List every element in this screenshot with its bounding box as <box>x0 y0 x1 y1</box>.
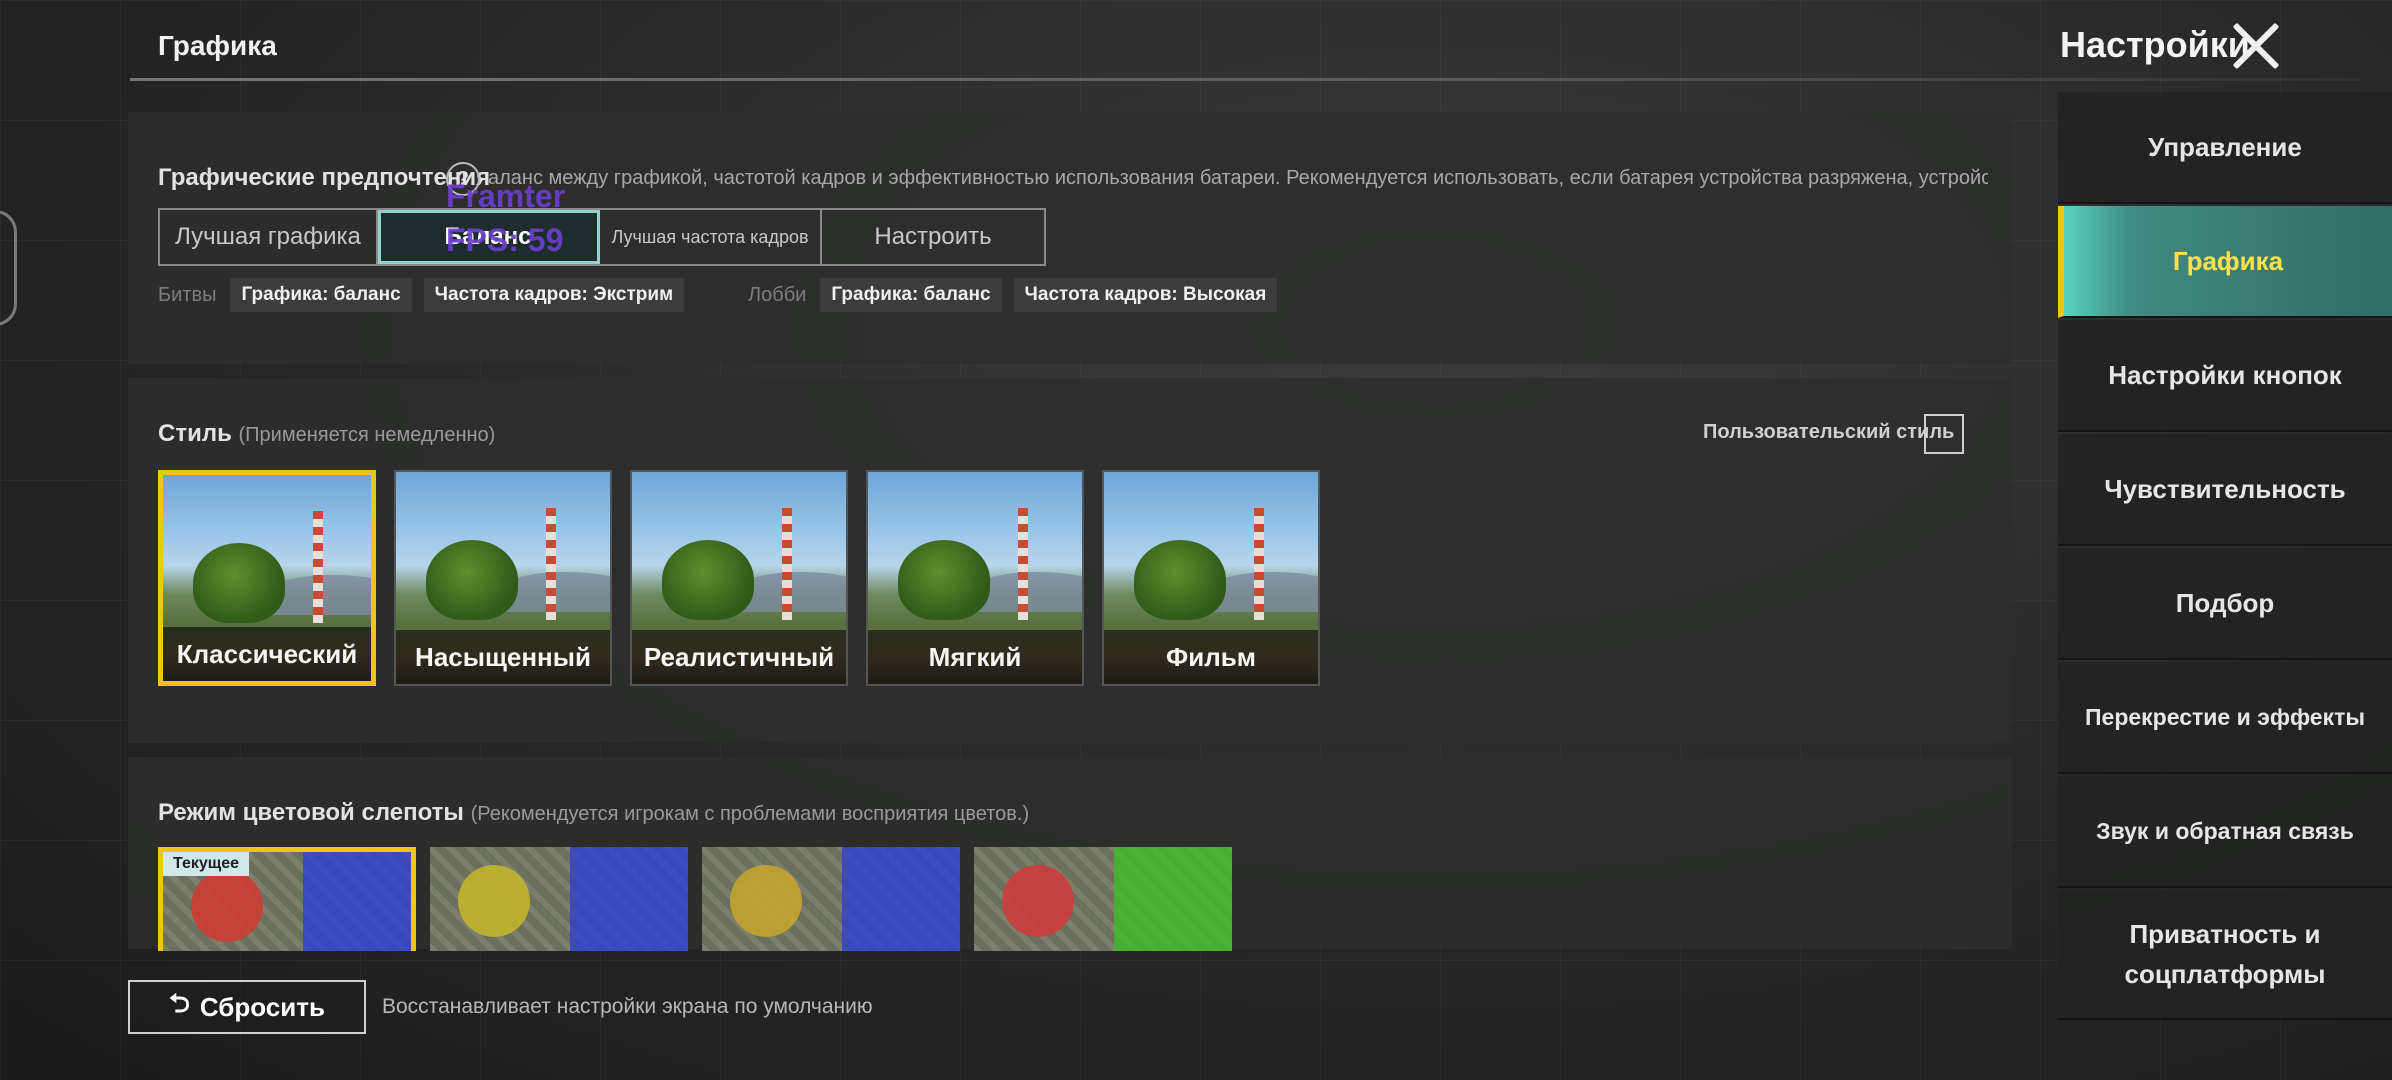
lobby-graphics-chip: Графика: баланс <box>820 278 1002 312</box>
style-classic[interactable]: Классический <box>158 470 376 686</box>
colorblind-options: Текущее <box>158 847 1232 951</box>
sidebar-item-pickup[interactable]: Подбор <box>2058 548 2392 660</box>
thumb-tree <box>193 543 285 623</box>
reset-description: Восстанавливает настройки экрана по умол… <box>382 995 873 1018</box>
style-realistic[interactable]: Реалистичный <box>630 470 848 686</box>
style-film[interactable]: Фильм <box>1102 470 1320 686</box>
battles-chips: Битвы Графика: баланс Частота кадров: Эк… <box>158 278 685 312</box>
lobby-fps-chip: Частота кадров: Высокая <box>1013 278 1278 312</box>
thumb-tower <box>1254 508 1264 620</box>
sidebar-item-privacy[interactable]: Приватность и соцплатформы <box>2058 890 2392 1020</box>
map-zone <box>1114 847 1232 951</box>
left-edge-handle[interactable] <box>0 210 17 326</box>
style-caption: Мягкий <box>868 630 1082 684</box>
map-blob <box>458 865 530 937</box>
graphics-preferences-panel: Графические предпочтения ? аланс между г… <box>128 112 2012 364</box>
preferences-selector: Лучшая графика Баланс Лучшая частота кад… <box>158 208 1046 266</box>
close-icon[interactable] <box>2230 20 2282 72</box>
colorblind-tile[interactable] <box>974 847 1232 951</box>
thumb-tower <box>313 511 323 623</box>
style-saturated[interactable]: Насыщенный <box>394 470 612 686</box>
colorblind-note: (Рекомендуется игрокам с проблемами восп… <box>470 803 1030 825</box>
current-tag: Текущее <box>163 852 250 876</box>
thumb-tree <box>426 540 518 620</box>
option-best-graphics[interactable]: Лучшая графика <box>160 210 378 264</box>
sidebar-item-controls[interactable]: Управление <box>2058 92 2392 204</box>
custom-style-checkbox[interactable] <box>1924 414 1964 454</box>
sidebar-item-sensitivity[interactable]: Чувствительность <box>2058 434 2392 546</box>
reset-label: Сбросить <box>199 991 325 1022</box>
colorblind-tile[interactable] <box>430 847 688 951</box>
thumb-tree <box>662 540 754 620</box>
thumb-tree <box>898 540 990 620</box>
map-zone <box>570 847 688 951</box>
colorblind-panel: Режим цветовой слепоты (Рекомендуется иг… <box>128 757 2012 951</box>
style-title: Стиль <box>158 420 232 447</box>
undo-icon: ⮌ <box>169 988 190 1018</box>
map-zone <box>842 847 960 951</box>
fps-overlay: Framter FPS: 59 <box>446 178 566 258</box>
preferences-label: Графические предпочтения <box>158 164 491 191</box>
battles-fps-chip: Частота кадров: Экстрим <box>423 278 685 312</box>
style-options: Классический Насыщенный Реалистичный Мяг… <box>158 470 1320 686</box>
custom-style-label: Пользовательский стиль <box>1703 421 1955 443</box>
thumb-tower <box>546 508 556 620</box>
style-soft[interactable]: Мягкий <box>866 470 1084 686</box>
reset-button[interactable]: ⮌ Сбросить <box>128 980 366 1034</box>
settings-sidebar: Управление Графика Настройки кнопок Чувс… <box>2058 92 2392 1080</box>
thumb-tower <box>782 508 792 620</box>
thumb-tree <box>1134 540 1226 620</box>
style-caption: Фильм <box>1104 630 1318 684</box>
colorblind-title: Режим цветовой слепоты <box>158 799 464 826</box>
settings-title: Настройки <box>2060 24 2250 65</box>
sidebar-item-sound-feedback[interactable]: Звук и обратная связь <box>2058 776 2392 888</box>
battles-graphics-chip: Графика: баланс <box>230 278 412 312</box>
map-zone <box>303 852 411 951</box>
style-caption: Реалистичный <box>632 630 846 684</box>
lobby-chips: Лобби Графика: баланс Частота кадров: Вы… <box>748 278 1278 312</box>
colorblind-tile[interactable] <box>702 847 960 951</box>
colorblind-label: Режим цветовой слепоты (Рекомендуется иг… <box>158 799 1029 827</box>
lobby-label: Лобби <box>748 283 807 306</box>
sidebar-item-button-settings[interactable]: Настройки кнопок <box>2058 320 2392 432</box>
sidebar-item-graphics[interactable]: Графика <box>2058 206 2392 318</box>
map-blob <box>730 865 802 937</box>
header-divider <box>130 78 2360 81</box>
option-best-fps[interactable]: Лучшая частота кадров <box>600 210 822 264</box>
style-panel: Стиль (Применяется немедленно) Пользоват… <box>128 378 2012 743</box>
sidebar-item-crosshair-effects[interactable]: Перекрестие и эффекты <box>2058 662 2392 774</box>
map-blob <box>191 870 263 942</box>
colorblind-tile[interactable]: Текущее <box>158 847 416 951</box>
style-caption: Насыщенный <box>396 630 610 684</box>
battles-label: Битвы <box>158 283 217 306</box>
map-blob <box>1002 865 1074 937</box>
style-note: (Применяется немедленно) <box>238 424 496 446</box>
option-customize[interactable]: Настроить <box>822 210 1044 264</box>
section-title: Графика <box>158 30 277 61</box>
style-caption: Классический <box>163 627 371 681</box>
thumb-tower <box>1018 508 1028 620</box>
style-label: Стиль (Применяется немедленно) <box>158 420 495 448</box>
preferences-description: аланс между графикой, частотой кадров и … <box>488 167 1988 189</box>
